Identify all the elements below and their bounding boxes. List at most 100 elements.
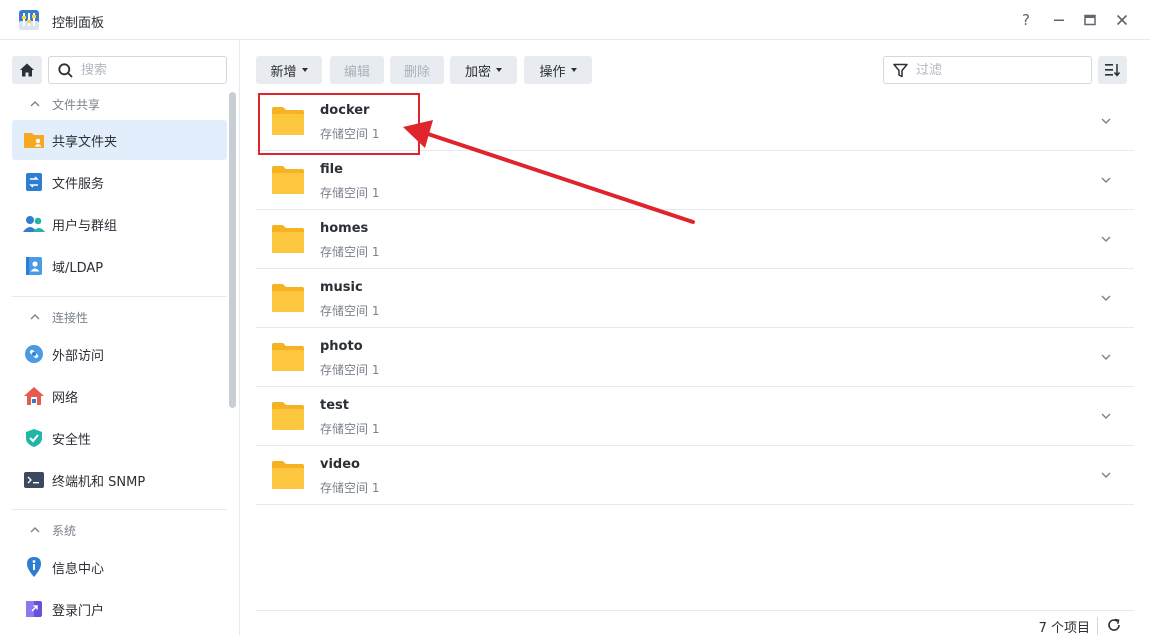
folder-name: homes bbox=[320, 221, 369, 236]
sidebar-item-external-access[interactable]: 外部访问 bbox=[12, 334, 227, 374]
sidebar-item-label: 外部访问 bbox=[52, 348, 105, 364]
section-header-connectivity[interactable]: 连接性 bbox=[12, 303, 227, 331]
folder-row-video[interactable]: video 存储空间 1 bbox=[256, 446, 1134, 505]
sidebar-divider bbox=[12, 296, 227, 297]
sidebar-item-label: 终端机和 SNMP bbox=[52, 474, 146, 490]
new-button[interactable]: 新增 bbox=[256, 56, 322, 84]
status-footer: 7 个项目 bbox=[256, 610, 1134, 635]
folder-volume: 存储空间 1 bbox=[320, 363, 380, 377]
search-icon bbox=[58, 63, 73, 78]
encrypt-button-label: 加密 bbox=[464, 64, 491, 80]
encrypt-button[interactable]: 加密 bbox=[450, 56, 517, 84]
chevron-down-icon[interactable] bbox=[1099, 114, 1113, 128]
folder-icon bbox=[272, 461, 304, 489]
user-group-icon bbox=[23, 213, 45, 235]
section-header-system[interactable]: 系统 bbox=[12, 516, 227, 544]
folder-volume: 存储空间 1 bbox=[320, 245, 380, 259]
sidebar-item-info-center[interactable]: 信息中心 bbox=[12, 547, 227, 587]
sidebar-item-domain-ldap[interactable]: 域/LDAP bbox=[12, 246, 227, 286]
item-count: 7 个项目 bbox=[1038, 621, 1090, 635]
security-shield-icon bbox=[23, 427, 45, 449]
minimize-button[interactable] bbox=[1049, 10, 1069, 30]
minimize-icon bbox=[1054, 19, 1064, 21]
control-panel-app-icon bbox=[19, 10, 39, 30]
close-button[interactable] bbox=[1112, 10, 1132, 30]
maximize-button[interactable] bbox=[1080, 10, 1100, 30]
folder-name: docker bbox=[320, 103, 370, 118]
home-button[interactable] bbox=[12, 56, 42, 84]
sidebar-item-label: 网络 bbox=[52, 390, 79, 406]
folder-row-file[interactable]: file 存储空间 1 bbox=[256, 151, 1134, 210]
domain-ldap-icon bbox=[23, 255, 45, 277]
folder-row-photo[interactable]: photo 存储空间 1 bbox=[256, 328, 1134, 387]
folder-icon bbox=[272, 402, 304, 430]
main-panel: 新增 编辑 删除 加密 操作 docker 存储空间 1 file 存储空间 1 bbox=[240, 40, 1150, 635]
sidebar-item-label: 安全性 bbox=[52, 432, 92, 448]
sidebar-item-label: 登录门户 bbox=[52, 603, 105, 619]
action-button-label: 操作 bbox=[539, 64, 566, 80]
chevron-down-icon[interactable] bbox=[1099, 409, 1113, 423]
sidebar-search[interactable] bbox=[48, 56, 227, 84]
sort-icon bbox=[1104, 64, 1120, 77]
edit-button[interactable]: 编辑 bbox=[330, 56, 384, 84]
folder-row-test[interactable]: test 存储空间 1 bbox=[256, 387, 1134, 446]
filter-box[interactable] bbox=[883, 56, 1092, 84]
maximize-icon bbox=[1084, 14, 1096, 26]
new-button-label: 新增 bbox=[270, 64, 297, 80]
folder-icon bbox=[272, 343, 304, 371]
folder-icon bbox=[272, 225, 304, 253]
help-button[interactable]: ? bbox=[1016, 10, 1036, 30]
sidebar-item-shared-folder[interactable]: 共享文件夹 bbox=[12, 120, 227, 160]
folder-row-docker[interactable]: docker 存储空间 1 bbox=[256, 92, 1134, 151]
sidebar-scrollbar[interactable] bbox=[229, 92, 236, 408]
chevron-up-icon bbox=[30, 527, 40, 533]
sidebar-item-label: 共享文件夹 bbox=[52, 134, 118, 150]
window-title: 控制面板 bbox=[52, 16, 105, 31]
folder-icon bbox=[272, 284, 304, 312]
sidebar-item-file-services[interactable]: 文件服务 bbox=[12, 162, 227, 202]
section-label: 连接性 bbox=[52, 310, 89, 325]
sidebar-item-network[interactable]: 网络 bbox=[12, 376, 227, 416]
delete-button[interactable]: 删除 bbox=[390, 56, 444, 84]
home-icon bbox=[20, 63, 34, 77]
section-label: 系统 bbox=[52, 523, 77, 538]
sidebar-item-security[interactable]: 安全性 bbox=[12, 418, 227, 458]
sidebar-item-label: 域/LDAP bbox=[52, 260, 104, 276]
sidebar-item-label: 信息中心 bbox=[52, 561, 105, 577]
refresh-icon[interactable] bbox=[1106, 617, 1122, 633]
footer-divider bbox=[1097, 617, 1098, 635]
folder-name: video bbox=[320, 457, 360, 472]
file-services-icon bbox=[23, 171, 45, 193]
sidebar-item-user-group[interactable]: 用户与群组 bbox=[12, 204, 227, 244]
network-icon bbox=[23, 385, 45, 407]
title-bar: 控制面板 ? bbox=[0, 0, 1150, 40]
terminal-icon bbox=[23, 469, 45, 491]
chevron-up-icon bbox=[30, 314, 40, 320]
filter-input[interactable] bbox=[916, 61, 1086, 79]
sidebar-item-login-portal[interactable]: 登录门户 bbox=[12, 589, 227, 629]
search-input[interactable] bbox=[81, 61, 221, 79]
folder-volume: 存储空间 1 bbox=[320, 127, 380, 141]
action-button[interactable]: 操作 bbox=[524, 56, 592, 84]
sidebar-divider bbox=[12, 509, 227, 510]
folder-row-music[interactable]: music 存储空间 1 bbox=[256, 269, 1134, 328]
caret-down-icon bbox=[496, 68, 502, 72]
sidebar-item-label: 文件服务 bbox=[52, 176, 105, 192]
chevron-down-icon[interactable] bbox=[1099, 350, 1113, 364]
folder-icon bbox=[272, 107, 304, 135]
sidebar-item-terminal-snmp[interactable]: 终端机和 SNMP bbox=[12, 460, 227, 500]
chevron-down-icon[interactable] bbox=[1099, 232, 1113, 246]
chevron-down-icon[interactable] bbox=[1099, 291, 1113, 305]
sort-button[interactable] bbox=[1098, 56, 1127, 84]
folder-volume: 存储空间 1 bbox=[320, 304, 380, 318]
chevron-down-icon[interactable] bbox=[1099, 173, 1113, 187]
section-header-file-sharing[interactable]: 文件共享 bbox=[12, 90, 227, 118]
folder-volume: 存储空间 1 bbox=[320, 186, 380, 200]
folder-row-homes[interactable]: homes 存储空间 1 bbox=[256, 210, 1134, 269]
folder-icon bbox=[272, 166, 304, 194]
folder-name: music bbox=[320, 280, 363, 295]
caret-down-icon bbox=[570, 68, 577, 72]
chevron-down-icon[interactable] bbox=[1099, 468, 1113, 482]
folder-name: photo bbox=[320, 339, 363, 354]
folder-volume: 存储空间 1 bbox=[320, 481, 380, 495]
